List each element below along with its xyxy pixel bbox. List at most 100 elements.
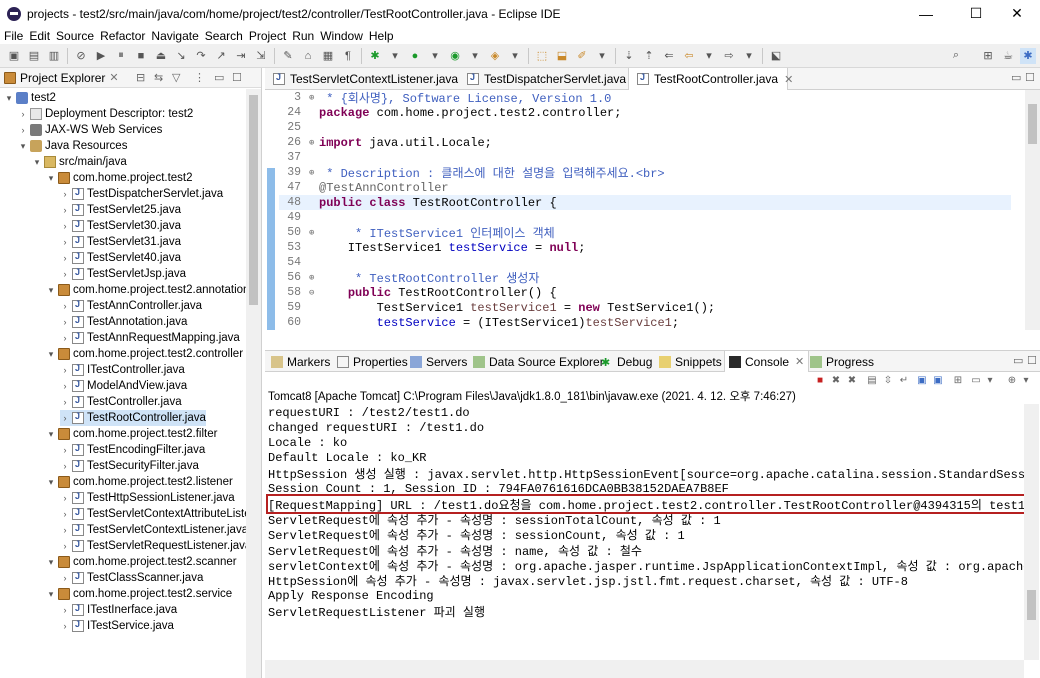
fold-toggle-icon[interactable]: ⊕ [309,168,317,178]
collapse-arrow-icon[interactable]: › [60,269,70,279]
display-console-dropdown-icon[interactable]: ▾ [983,373,997,387]
collapse-arrow-icon[interactable]: › [18,125,28,135]
open-task-icon[interactable]: ⬓ [554,48,570,64]
tab-servers[interactable]: Servers [410,351,467,372]
show-on-stderr-icon[interactable]: ▣ [931,373,945,387]
tree-item[interactable]: › TestDispatcherServlet.java [60,186,223,202]
open-type-icon[interactable]: ⬚ [534,48,550,64]
collapse-arrow-icon[interactable]: › [60,605,70,615]
tree-item[interactable]: › TestServletContextListener.java [60,522,246,538]
tree-item[interactable]: › TestHttpSessionListener.java [60,490,235,506]
tree-item[interactable]: › TestAnnController.java [60,298,202,314]
console-horizontal-scrollbar[interactable] [265,660,1024,678]
view-menu-icon[interactable]: ⋮ [194,71,205,84]
tree-item[interactable]: ▾ com.home.project.test2.annotation [46,282,246,298]
code-line[interactable]: 26 ⊕ import java.util.Locale; [279,135,492,150]
minimize-view-icon[interactable]: ▭ [214,71,224,84]
close-tab-icon[interactable]: ✕ [795,355,804,368]
expand-arrow-icon[interactable]: ▾ [46,589,56,600]
collapse-arrow-icon[interactable]: › [60,397,70,407]
editor-scrollbar-thumb[interactable] [1028,104,1037,144]
tab-properties[interactable]: Properties [337,351,408,372]
tree-item[interactable]: › TestSecurityFilter.java [60,458,199,474]
code-line[interactable]: 25 [279,120,319,135]
tree-item[interactable]: ▾ com.home.project.test2.scanner [46,554,237,570]
link-with-editor-icon[interactable]: ⇆ [154,71,163,84]
tree-item[interactable]: › Deployment Descriptor: test2 [18,106,193,122]
java-ee-perspective-icon[interactable]: ☕ [1000,48,1016,64]
maximize-view-icon[interactable]: ☐ [232,71,242,84]
search-icon[interactable]: ⌕ [948,48,964,64]
code-line[interactable]: 49 [279,210,319,225]
suspend-icon[interactable]: ⏸ [113,48,129,64]
run-icon[interactable]: ● [407,48,423,64]
collapse-arrow-icon[interactable]: › [60,189,70,199]
previous-annotation-icon[interactable]: ⇡ [641,48,657,64]
menu-refactor[interactable]: Refactor [100,29,145,43]
tree-item[interactable]: › TestEncodingFilter.java [60,442,205,458]
console-output[interactable]: requestURI : /test2/test1.do changed requ… [265,404,1025,660]
drop-to-frame-icon[interactable]: ⇥ [233,48,249,64]
open-console-icon[interactable]: ⊕ [1005,373,1019,387]
menu-search[interactable]: Search [205,29,243,43]
tree-item[interactable]: ▾ com.home.project.test2.filter [46,426,217,442]
search-dropdown-icon[interactable]: ▾ [594,48,610,64]
toggle-breadcrumb-icon[interactable]: ⌂ [300,48,316,64]
collapse-arrow-icon[interactable]: › [60,509,70,519]
save-icon[interactable]: ▤ [26,48,42,64]
tab-testservletcontextlistener[interactable]: TestServletContextListener.java [265,68,458,90]
expand-arrow-icon[interactable]: ▾ [46,349,56,360]
expand-arrow-icon[interactable]: ▾ [46,429,56,440]
tree-item[interactable]: ▾ com.home.project.test2.service [46,586,232,602]
remove-launch-icon[interactable]: ✖ [829,373,843,387]
tree-item[interactable]: › TestAnnotation.java [60,314,187,330]
collapse-arrow-icon[interactable]: › [60,525,70,535]
tree-item[interactable]: ▾ com.home.project.test2 [46,170,193,186]
expand-arrow-icon[interactable]: ▾ [46,557,56,568]
forward-icon[interactable]: ⇨ [721,48,737,64]
tree-item[interactable]: › TestServlet40.java [60,250,181,266]
console-vertical-scrollbar[interactable] [1024,404,1039,660]
expand-arrow-icon[interactable]: ▾ [46,477,56,488]
debug-perspective-icon[interactable]: ✱ [1020,47,1036,64]
close-view-icon[interactable]: ✕ [109,71,118,84]
menu-project[interactable]: Project [249,29,286,43]
tree-item[interactable]: › TestServletJsp.java [60,266,186,282]
terminate-icon[interactable]: ■ [133,48,149,64]
collapse-arrow-icon[interactable]: › [60,413,70,423]
external-tools-icon[interactable]: ◈ [487,48,503,64]
explorer-scrollbar-thumb[interactable] [249,95,258,305]
collapse-arrow-icon[interactable]: › [60,253,70,263]
tree-item[interactable]: ▾ com.home.project.test2.listener [46,474,233,490]
expand-arrow-icon[interactable]: ▾ [18,141,28,152]
menu-help[interactable]: Help [369,29,394,43]
collapse-arrow-icon[interactable]: › [60,237,70,247]
remove-all-terminated-icon[interactable]: ✖ [845,373,859,387]
tab-debug[interactable]: ✱ Debug [601,351,652,372]
tree-item[interactable]: › TestServlet31.java [60,234,181,250]
block-selection-icon[interactable]: ▦ [320,48,336,64]
back-icon[interactable]: ⇦ [681,48,697,64]
open-console-dropdown-icon[interactable]: ▾ [1019,373,1033,387]
last-edit-icon[interactable]: ⇐ [661,48,677,64]
tree-item[interactable]: › ITestController.java [60,362,185,378]
expand-arrow-icon[interactable]: ▾ [4,93,14,104]
scroll-lock-icon[interactable]: ⇳ [881,373,895,387]
pin-console-icon[interactable]: ⊞ [951,373,965,387]
terminate-icon[interactable]: ■ [813,373,827,387]
expand-arrow-icon[interactable]: ▾ [46,173,56,184]
tree-item[interactable]: ▾ src/main/java [32,154,127,170]
code-line[interactable]: 59 TestService1 testService1 = new TestS… [279,300,715,315]
use-step-filters-icon[interactable]: ⇲ [253,48,269,64]
tree-item[interactable]: › TestClassScanner.java [60,570,203,586]
fold-toggle-icon[interactable]: ⊕ [309,93,317,103]
code-line[interactable]: 47 @TestAnnController [279,180,448,195]
menu-window[interactable]: Window [320,29,363,43]
code-editor[interactable]: 3 ⊕ * {회사명}, Software License, Version 1.… [265,90,1040,330]
tree-item[interactable]: › ITestInerface.java [60,602,177,618]
code-line[interactable]: 37 [279,150,319,165]
tree-item[interactable]: › TestServletContextAttributeListe [60,506,246,522]
next-annotation-icon[interactable]: ⇣ [621,48,637,64]
word-wrap-icon[interactable]: ↵ [897,373,911,387]
filter-icon[interactable]: ▽ [172,71,180,84]
